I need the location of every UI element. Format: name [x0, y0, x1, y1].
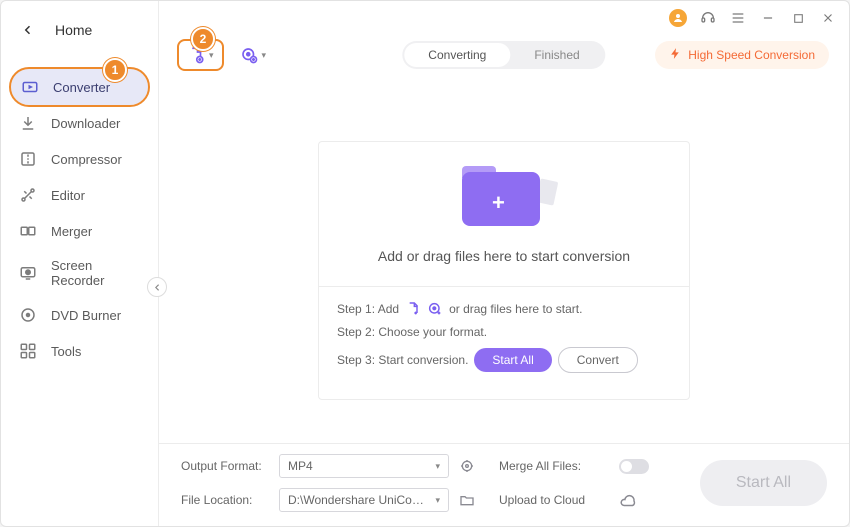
add-url-button[interactable]: ▾	[232, 41, 275, 69]
sidebar-nav: Converter 1 Downloader Compressor Edito	[1, 69, 158, 369]
app-window: Home Converter 1 Downloader Compres	[0, 0, 850, 527]
title-bar	[159, 1, 849, 35]
sidebar-item-tools[interactable]: Tools	[1, 333, 158, 369]
lightning-icon	[669, 47, 682, 63]
sidebar-item-compressor[interactable]: Compressor	[1, 141, 158, 177]
editor-icon	[19, 186, 37, 204]
sidebar-item-label: Merger	[51, 224, 92, 239]
sidebar-item-editor[interactable]: Editor	[1, 177, 158, 213]
step-1: Step 1: Add or drag files here to start.	[337, 301, 671, 317]
status-segmented: Converting Finished	[402, 41, 605, 69]
file-location-label: File Location:	[181, 493, 269, 507]
chevron-down-icon: ▾	[435, 495, 440, 506]
tools-icon	[19, 342, 37, 360]
minimize-button[interactable]	[759, 9, 777, 27]
merger-icon	[19, 222, 37, 240]
start-all-button[interactable]: Start All	[700, 460, 827, 506]
add-file-button[interactable]: ▾ 2	[179, 41, 222, 69]
file-location-value: D:\Wondershare UniConverter 1	[288, 493, 428, 507]
cloud-icon[interactable]	[619, 492, 635, 508]
output-format-label: Output Format:	[181, 459, 269, 473]
main-area: ▾ 2 ▾ Converting Finished High Speed Con…	[159, 1, 849, 526]
chevron-down-icon: ▾	[262, 50, 267, 61]
home-label: Home	[55, 22, 92, 38]
drop-zone[interactable]: + Add or drag files here to start conver…	[319, 142, 689, 286]
sidebar-item-dvd-burner[interactable]: DVD Burner	[1, 297, 158, 333]
tab-converting[interactable]: Converting	[404, 43, 510, 67]
chevron-down-icon: ▾	[209, 50, 214, 61]
step1-pre: Step 1: Add	[337, 302, 399, 316]
sidebar-item-screen-recorder[interactable]: Screen Recorder	[1, 249, 158, 297]
sidebar-item-merger[interactable]: Merger	[1, 213, 158, 249]
toolbar: ▾ 2 ▾ Converting Finished High Speed Con…	[159, 35, 849, 83]
start-all-mini-button[interactable]: Start All	[474, 348, 551, 372]
menu-icon[interactable]	[729, 9, 747, 27]
upload-cloud-label: Upload to Cloud	[499, 493, 609, 507]
chevron-down-icon: ▾	[435, 461, 440, 472]
dvd-burner-icon	[19, 306, 37, 324]
sidebar-item-label: Tools	[51, 344, 81, 359]
compressor-icon	[19, 150, 37, 168]
add-file-mini-icon[interactable]	[405, 301, 421, 317]
back-icon	[19, 21, 37, 39]
sidebar-item-downloader[interactable]: Downloader	[1, 105, 158, 141]
output-format-value: MP4	[288, 459, 313, 473]
step-2: Step 2: Choose your format.	[337, 325, 671, 339]
sidebar-item-label: DVD Burner	[51, 308, 121, 323]
sidebar-item-label: Screen Recorder	[51, 258, 140, 288]
converter-icon	[21, 78, 39, 96]
high-speed-label: High Speed Conversion	[688, 48, 815, 62]
account-avatar-icon[interactable]	[669, 9, 687, 27]
close-button[interactable]	[819, 9, 837, 27]
screen-recorder-icon	[19, 264, 37, 282]
format-settings-icon[interactable]	[459, 458, 475, 474]
tab-finished[interactable]: Finished	[510, 43, 603, 67]
bottom-bar: Output Format: MP4 ▾ Merge All Files: St…	[159, 443, 849, 526]
folder-illustration: +	[462, 166, 546, 230]
drop-zone-text: Add or drag files here to start conversi…	[319, 248, 689, 264]
output-format-select[interactable]: MP4 ▾	[279, 454, 449, 478]
steps-panel: Step 1: Add or drag files here to start.…	[319, 286, 689, 399]
callout-badge-1: 1	[103, 58, 127, 82]
maximize-button[interactable]	[789, 9, 807, 27]
support-icon[interactable]	[699, 9, 717, 27]
content-area: + Add or drag files here to start conver…	[159, 83, 849, 443]
step3-text: Step 3: Start conversion.	[337, 353, 468, 367]
add-disc-mini-icon[interactable]	[427, 301, 443, 317]
file-location-select[interactable]: D:\Wondershare UniConverter 1 ▾	[279, 488, 449, 512]
downloader-icon	[19, 114, 37, 132]
callout-badge-2: 2	[191, 27, 215, 51]
step1-post: or drag files here to start.	[449, 302, 582, 316]
drop-card: + Add or drag files here to start conver…	[318, 141, 690, 400]
high-speed-badge[interactable]: High Speed Conversion	[655, 41, 829, 69]
sidebar-item-label: Downloader	[51, 116, 120, 131]
merge-label: Merge All Files:	[499, 459, 609, 473]
sidebar: Home Converter 1 Downloader Compres	[1, 1, 159, 526]
step-3: Step 3: Start conversion. Start All Conv…	[337, 347, 671, 373]
merge-toggle[interactable]	[619, 459, 649, 474]
sidebar-item-label: Editor	[51, 188, 85, 203]
convert-mini-button[interactable]: Convert	[558, 347, 638, 373]
sidebar-item-label: Converter	[53, 80, 110, 95]
sidebar-item-converter[interactable]: Converter 1	[11, 69, 148, 105]
open-folder-icon[interactable]	[459, 492, 475, 508]
add-disc-icon	[240, 46, 258, 64]
sidebar-item-label: Compressor	[51, 152, 122, 167]
home-nav[interactable]: Home	[1, 13, 158, 47]
